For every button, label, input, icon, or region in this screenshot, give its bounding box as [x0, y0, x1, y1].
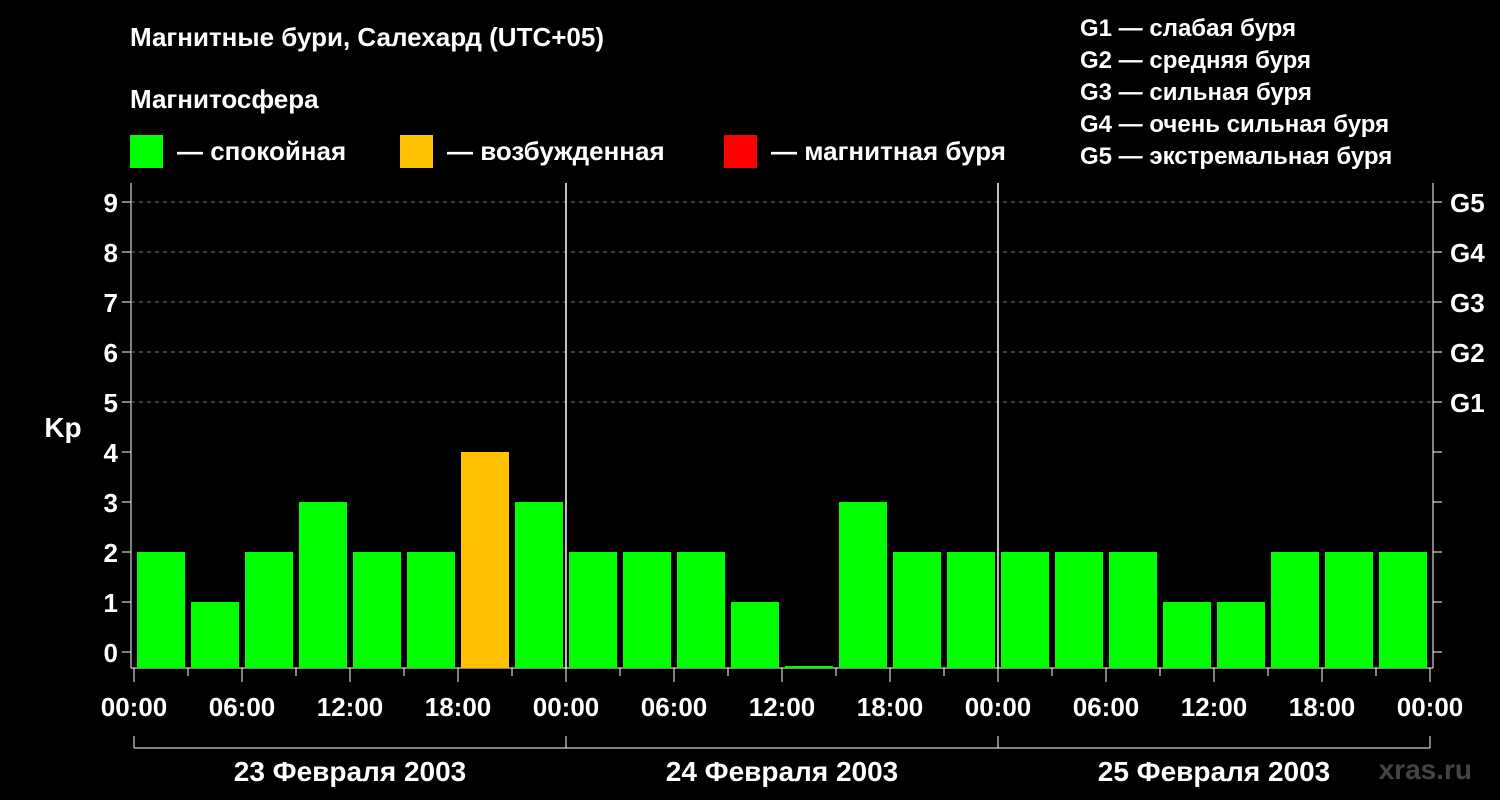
- kp-bar: [623, 552, 671, 668]
- kp-bar: [1109, 552, 1157, 668]
- watermark: xras.ru: [1378, 754, 1472, 785]
- g-level-label: G3: [1450, 288, 1485, 318]
- x-tick-label: 18:00: [857, 692, 924, 722]
- x-tick-label: 12:00: [1181, 692, 1248, 722]
- y-tick-label: 1: [104, 588, 118, 618]
- y-tick-label: 9: [104, 188, 118, 218]
- kp-bar: [461, 452, 509, 668]
- g-level-label: G4: [1450, 238, 1485, 268]
- x-tick-label: 12:00: [317, 692, 384, 722]
- y-tick-label: 4: [104, 438, 119, 468]
- x-tick-label: 06:00: [1073, 692, 1140, 722]
- kp-bar: [299, 502, 347, 668]
- kp-bar: [677, 552, 725, 668]
- y-tick-label: 2: [104, 538, 118, 568]
- y-tick-label: 5: [104, 388, 118, 418]
- kp-bar: [947, 552, 995, 668]
- x-tick-label: 18:00: [425, 692, 492, 722]
- kp-bar: [569, 552, 617, 668]
- x-tick-label: 00:00: [101, 692, 168, 722]
- y-tick-label: 6: [104, 338, 118, 368]
- kp-bar: [839, 502, 887, 668]
- g-level-label: G2: [1450, 338, 1485, 368]
- y-tick-label: 8: [104, 238, 118, 268]
- day-label: 24 Февраля 2003: [666, 756, 898, 787]
- kp-bar: [1325, 552, 1373, 668]
- day-label: 23 Февраля 2003: [234, 756, 466, 787]
- kp-bar: [245, 552, 293, 668]
- kp-bar: [1217, 602, 1265, 668]
- kp-bar: [731, 602, 779, 668]
- kp-bar: [353, 552, 401, 668]
- kp-bar: [191, 602, 239, 668]
- kp-bar: [893, 552, 941, 668]
- kp-bar: [1163, 602, 1211, 668]
- y-tick-label: 3: [104, 488, 118, 518]
- kp-bar: [1379, 552, 1427, 668]
- g-level-label: G1: [1450, 388, 1485, 418]
- kp-bar: [407, 552, 455, 668]
- x-tick-label: 06:00: [641, 692, 708, 722]
- y-tick-label: 7: [104, 288, 118, 318]
- y-tick-label: 0: [104, 638, 118, 668]
- g-level-label: G5: [1450, 188, 1485, 218]
- x-tick-label: 00:00: [965, 692, 1032, 722]
- kp-bar: [1001, 552, 1049, 668]
- x-tick-label: 06:00: [209, 692, 276, 722]
- x-tick-label: 18:00: [1289, 692, 1356, 722]
- y-axis-title: Kp: [44, 412, 81, 443]
- x-tick-label: 00:00: [1397, 692, 1464, 722]
- kp-bar: [1271, 552, 1319, 668]
- kp-bar-chart: 0 1 2 3 4 5 6 7 8 9 G1 G2 G3 G4 G5 Kp 00:00 06:00 12:00 18:…: [44, 183, 1485, 787]
- x-tick-label: 00:00: [533, 692, 600, 722]
- day-label: 25 Февраля 2003: [1098, 756, 1330, 787]
- kp-bar: [785, 666, 833, 668]
- kp-bar: [1055, 552, 1103, 668]
- kp-bar: [515, 502, 563, 668]
- x-tick-label: 12:00: [749, 692, 816, 722]
- kp-bar: [137, 552, 185, 668]
